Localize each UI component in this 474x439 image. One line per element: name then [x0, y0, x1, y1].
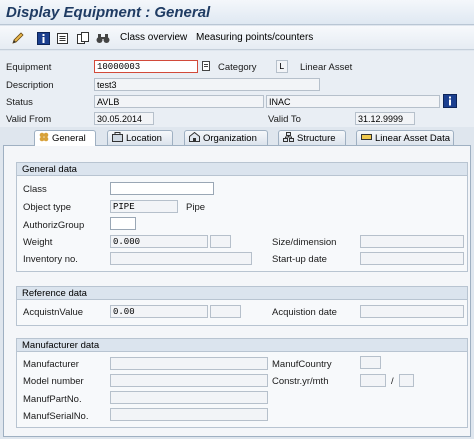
part-no-field[interactable]	[110, 391, 268, 404]
tab-general[interactable]: General	[34, 130, 96, 146]
object-type-field[interactable]: PIPE	[110, 200, 178, 213]
valid-to-field[interactable]: 31.12.9999	[355, 112, 415, 125]
tab-structure-label: Structure	[297, 132, 336, 144]
startup-field[interactable]	[360, 252, 464, 265]
inventory-label: Inventory no.	[23, 254, 78, 265]
description-label: Description	[6, 80, 54, 91]
category-field[interactable]: L	[276, 60, 288, 73]
valid-from-field[interactable]: 30.05.2014	[94, 112, 154, 125]
serial-no-label: ManufSerialNo.	[23, 411, 89, 422]
tab-linear-asset-data-label: Linear Asset Data	[375, 132, 450, 144]
valid-to-label: Valid To	[268, 114, 301, 125]
structure-icon	[283, 131, 294, 145]
tab-general-label: General	[52, 133, 86, 144]
equipment-field[interactable]: 10000003	[94, 60, 198, 73]
serial-no-field[interactable]	[110, 408, 268, 421]
constr-separator: /	[391, 376, 394, 387]
manufacturer-label: Manufacturer	[23, 359, 79, 370]
class-overview-button[interactable]: Class overview	[120, 32, 187, 43]
general-data-title: General data	[17, 163, 467, 176]
tab-location[interactable]: Location	[107, 130, 173, 145]
weight-label: Weight	[23, 237, 53, 248]
authoriz-group-field[interactable]	[110, 217, 136, 230]
organization-icon	[189, 131, 200, 145]
manuf-country-label: ManufCountry	[272, 359, 332, 370]
class-field[interactable]	[110, 182, 214, 195]
info-icon[interactable]	[35, 30, 51, 46]
weight-unit-field[interactable]	[210, 235, 231, 248]
model-number-field[interactable]	[110, 374, 268, 387]
long-text-icon[interactable]	[200, 60, 212, 73]
part-no-label: ManufPartNo.	[23, 394, 82, 405]
location-icon	[112, 131, 123, 145]
tab-location-label: Location	[126, 132, 162, 144]
inventory-field[interactable]	[110, 252, 252, 265]
linear-asset-icon	[361, 132, 372, 145]
measuring-points-button[interactable]: Measuring points/counters	[196, 32, 313, 43]
status-label: Status	[6, 97, 33, 108]
tab-organization-label: Organization	[203, 132, 257, 144]
size-dimension-label: Size/dimension	[272, 237, 337, 248]
valid-from-label: Valid From	[6, 114, 52, 125]
weight-field[interactable]: 0.000	[110, 235, 208, 248]
class-label: Class	[23, 184, 47, 195]
status-field-2[interactable]: INAC	[266, 95, 440, 108]
model-number-label: Model number	[23, 376, 84, 387]
acquistn-value-field[interactable]: 0.00	[110, 305, 208, 318]
authoriz-group-label: AuthorizGroup	[23, 220, 85, 231]
acquistn-currency-field[interactable]	[210, 305, 241, 318]
document-icon[interactable]	[54, 30, 70, 46]
window-title: Display Equipment : General	[6, 4, 211, 21]
general-icon	[39, 132, 49, 145]
acquistion-date-field[interactable]	[360, 305, 464, 318]
object-type-label: Object type	[23, 202, 72, 213]
tab-linear-asset-data[interactable]: Linear Asset Data	[356, 130, 454, 145]
reference-data-title: Reference data	[17, 287, 467, 300]
startup-label: Start-up date	[272, 254, 327, 265]
equipment-label: Equipment	[6, 62, 52, 73]
category-label: Category	[218, 62, 257, 73]
tab-structure[interactable]: Structure	[278, 130, 346, 145]
pencil-icon[interactable]	[10, 30, 26, 46]
size-dimension-field[interactable]	[360, 235, 464, 248]
acquistn-value-label: AcquistnValue	[23, 307, 84, 318]
object-type-text: Pipe	[186, 202, 206, 213]
constr-year-field[interactable]	[360, 374, 386, 387]
status-info-icon[interactable]	[443, 94, 457, 108]
binoculars-icon[interactable]	[95, 30, 111, 46]
constr-label: Constr.yr/mth	[272, 376, 329, 387]
constr-month-field[interactable]	[399, 374, 414, 387]
copy-icon[interactable]	[75, 30, 91, 46]
tab-organization[interactable]: Organization	[184, 130, 268, 145]
category-text: Linear Asset	[300, 62, 353, 73]
status-field[interactable]: AVLB	[94, 95, 264, 108]
acquistion-date-label: Acquistion date	[272, 307, 337, 318]
manufacturer-field[interactable]	[110, 357, 268, 370]
manuf-country-field[interactable]	[360, 356, 381, 369]
manufacturer-data-title: Manufacturer data	[17, 339, 467, 352]
description-field[interactable]: test3	[94, 78, 320, 91]
